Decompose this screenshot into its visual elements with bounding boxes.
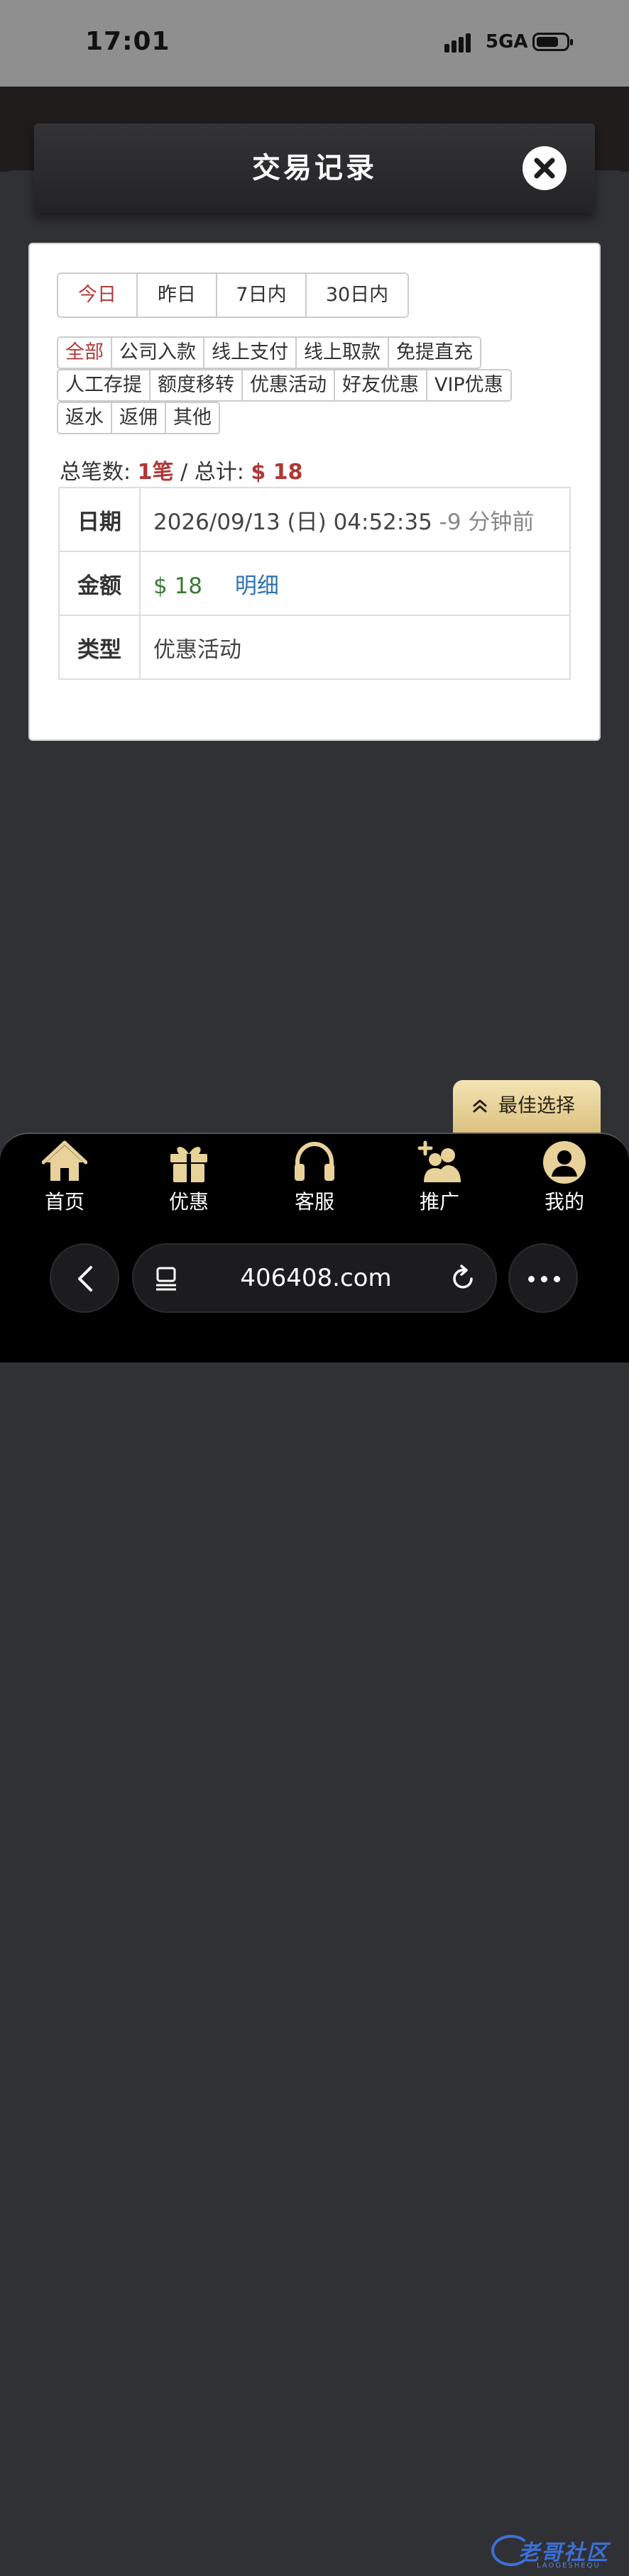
filter-vip-bonus[interactable]: VIP优惠 <box>426 369 512 402</box>
date-range-tabs: 今日 昨日 7日内 30日内 <box>57 273 409 318</box>
address-bar[interactable]: 406408.com <box>132 1243 497 1313</box>
back-button[interactable] <box>50 1243 119 1313</box>
filter-other[interactable]: 其他 <box>165 402 220 434</box>
date-label: 日期 <box>58 487 141 552</box>
url-text: 406408.com <box>240 1264 392 1292</box>
modal-title: 交易记录 <box>252 152 377 185</box>
filter-direct-recharge[interactable]: 免提直充 <box>388 336 481 369</box>
nav-profile[interactable]: 我的 <box>511 1134 618 1221</box>
nav-promotions[interactable]: 优惠 <box>136 1134 242 1221</box>
signal-icon <box>444 33 474 53</box>
bottom-nav: 首页 优惠 客服 推广 我的 <box>0 1133 629 1219</box>
nav-support[interactable]: 客服 <box>261 1134 368 1221</box>
filter-transfer[interactable]: 额度移转 <box>149 369 243 402</box>
date-value: 2026/09/13 (日) 04:52:35 <box>153 509 432 535</box>
close-icon <box>534 158 555 179</box>
more-dot <box>541 1276 547 1282</box>
filter-rebate[interactable]: 返水 <box>57 402 112 434</box>
summary-line: 总笔数: 1笔 / 总计: $ 18 <box>60 454 302 485</box>
watermark-logo: 老哥社区 LAOGESHEQU <box>490 2529 625 2576</box>
nav-support-label: 客服 <box>294 1190 334 1213</box>
reload-icon[interactable] <box>450 1265 476 1292</box>
status-time: 17:01 <box>85 27 170 56</box>
filter-friend-bonus[interactable]: 好友优惠 <box>334 369 427 402</box>
status-bar: 17:01 5GA <box>0 0 629 87</box>
nav-referral-label: 推广 <box>419 1190 459 1213</box>
filter-row: 人工存提 额度移转 优惠活动 好友优惠 VIP优惠 <box>57 369 568 402</box>
browser-toolbar: 406408.com 老哥社区 LAOGESHEQU <box>0 1219 629 2570</box>
chevron-left-icon <box>78 1266 92 1292</box>
type-label: 类型 <box>58 615 141 680</box>
table-row: 类型 优惠活动 <box>58 615 571 680</box>
filter-online-withdrawal[interactable]: 线上取款 <box>295 336 389 369</box>
date-cell: 2026/09/13 (日) 04:52:35 -9 分钟前 <box>139 487 571 552</box>
add-user-icon <box>417 1140 461 1182</box>
tab-yesterday[interactable]: 昨日 <box>138 274 217 317</box>
summary-separator: / <box>180 460 188 485</box>
profile-icon <box>543 1141 586 1184</box>
total-label: 总计: <box>194 460 244 485</box>
nav-home-label: 首页 <box>44 1190 84 1213</box>
amount-value: $ 18 <box>153 573 203 599</box>
nav-home[interactable]: 首页 <box>11 1134 118 1221</box>
more-dot <box>554 1276 560 1282</box>
tab-7-days[interactable]: 7日内 <box>217 274 307 317</box>
best-choice-label: 最佳选择 <box>498 1095 575 1117</box>
filter-row: 全部 公司入款 线上支付 线上取款 免提直充 <box>57 336 568 369</box>
network-type: 5GA <box>486 31 528 53</box>
close-button[interactable] <box>523 146 567 190</box>
home-icon <box>42 1140 87 1181</box>
record-table: 日期 2026/09/13 (日) 04:52:35 -9 分钟前 金额 $ 1… <box>58 487 571 680</box>
more-dot <box>528 1276 535 1282</box>
type-value: 优惠活动 <box>139 615 571 680</box>
filter-online-payment[interactable]: 线上支付 <box>203 336 297 369</box>
filter-row: 返水 返佣 其他 <box>57 402 568 434</box>
battery-icon <box>532 33 573 51</box>
double-chevron-up-icon <box>473 1099 487 1113</box>
nav-profile-label: 我的 <box>544 1190 584 1213</box>
watermark-subtext: LAOGESHEQU <box>537 2562 601 2570</box>
nav-referral[interactable]: 推广 <box>386 1134 493 1221</box>
nav-promotions-label: 优惠 <box>168 1190 209 1213</box>
count-label: 总笔数: <box>60 460 131 485</box>
date-ago: -9 分钟前 <box>439 509 535 535</box>
more-button[interactable] <box>508 1243 578 1313</box>
gift-icon <box>170 1147 207 1182</box>
table-row: 日期 2026/09/13 (日) 04:52:35 -9 分钟前 <box>58 487 571 552</box>
filter-company-deposit[interactable]: 公司入款 <box>111 336 204 369</box>
table-row: 金额 $ 18 明细 <box>58 551 571 616</box>
filter-manual[interactable]: 人工存提 <box>57 369 151 402</box>
type-filters: 全部 公司入款 线上支付 线上取款 免提直充 人工存提 额度移转 优惠活动 好友… <box>57 336 568 434</box>
count-value: 1笔 <box>137 460 174 485</box>
modal-header: 交易记录 <box>34 123 595 213</box>
transaction-card: 今日 昨日 7日内 30日内 全部 公司入款 线上支付 线上取款 免提直充 人工… <box>28 243 601 741</box>
tab-30-days[interactable]: 30日内 <box>307 274 408 317</box>
filter-all[interactable]: 全部 <box>57 336 112 369</box>
tab-today[interactable]: 今日 <box>58 274 138 317</box>
headset-icon <box>295 1141 334 1181</box>
amount-cell: $ 18 明细 <box>139 551 571 616</box>
total-value: $ 18 <box>251 460 303 485</box>
best-choice-button[interactable]: 最佳选择 <box>453 1080 601 1137</box>
filter-promotion[interactable]: 优惠活动 <box>241 369 335 402</box>
filter-commission[interactable]: 返佣 <box>111 402 166 434</box>
amount-label: 金额 <box>58 551 141 616</box>
detail-link[interactable]: 明细 <box>235 573 279 599</box>
